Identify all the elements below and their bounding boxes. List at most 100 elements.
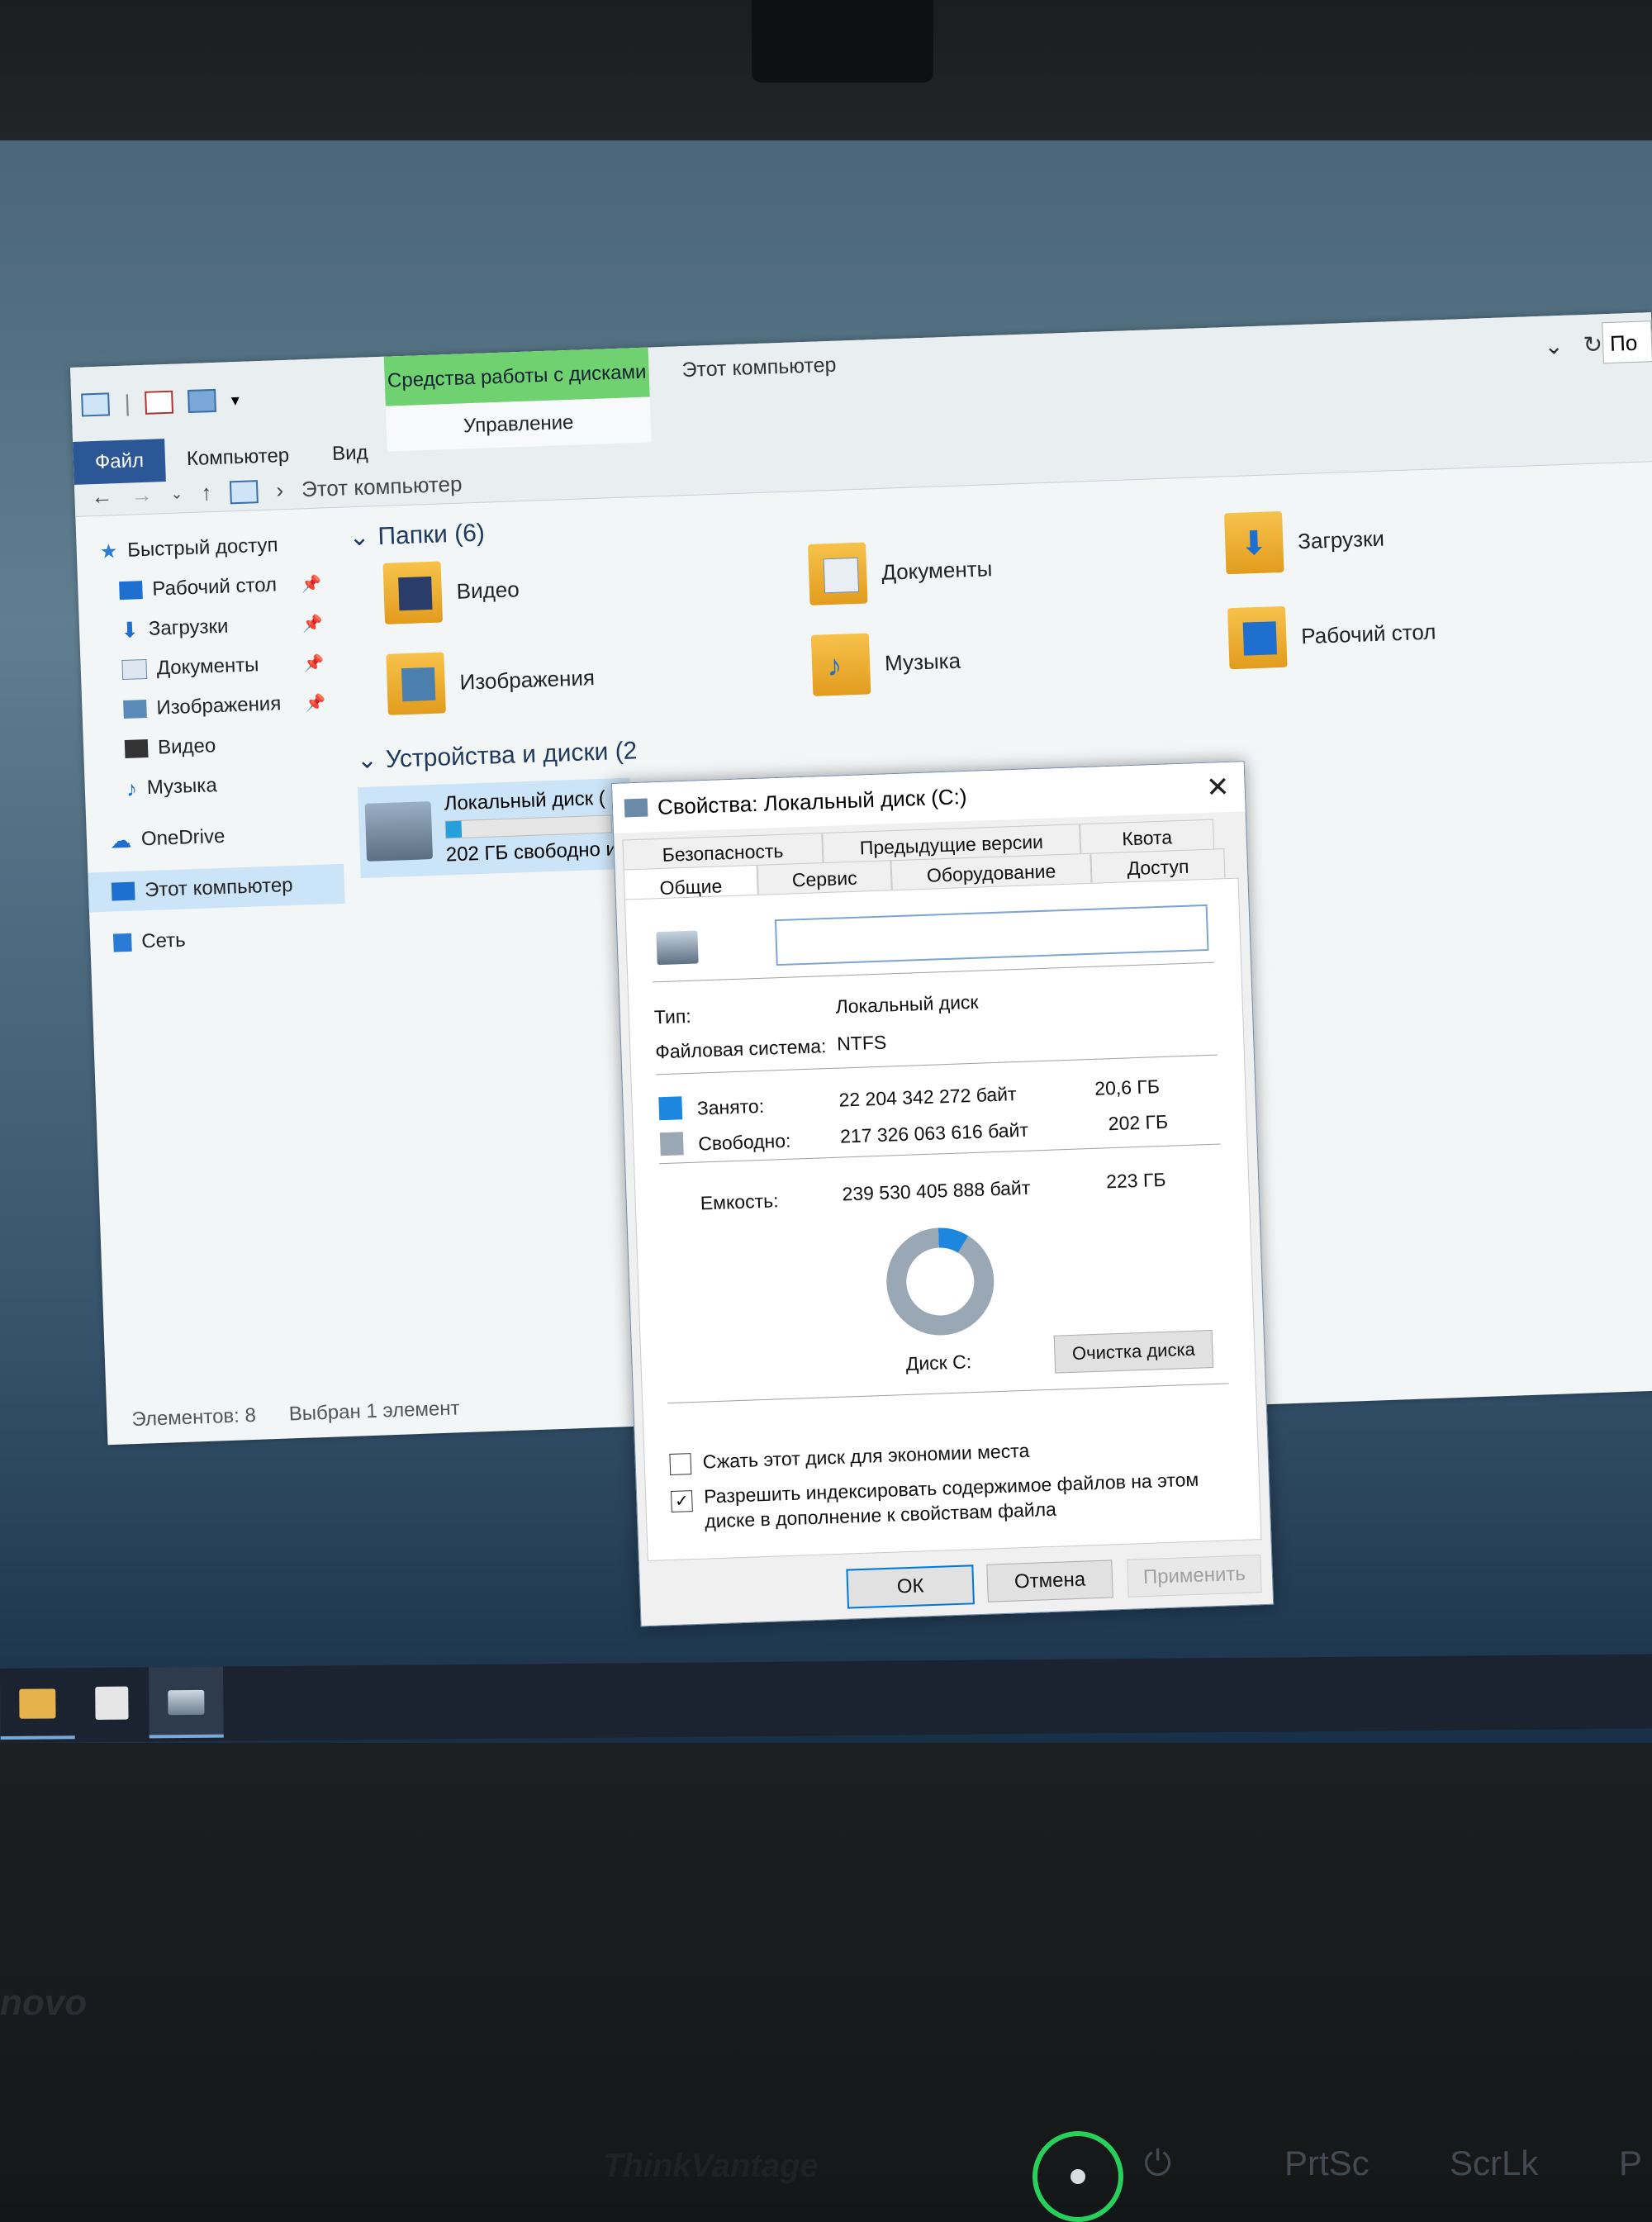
disk-cleanup-button[interactable]: Очистка диска — [1053, 1330, 1214, 1374]
drive-icon — [656, 930, 699, 966]
group-title: Папки (6) — [377, 519, 486, 550]
sidebar-item-label: Сеть — [140, 928, 187, 953]
devices-group-header[interactable]: ⌄ Устройства и диски (2 — [356, 736, 638, 775]
capacity-bytes: 239 530 405 888 байт — [842, 1176, 1031, 1205]
folder-icon — [808, 542, 868, 605]
drive-tools-contextual-tab[interactable]: Средства работы с дисками — [383, 347, 650, 406]
sidebar-item-label: Этот компьютер — [144, 873, 293, 902]
key-prtsc[interactable]: PrtSc — [1284, 2144, 1370, 2183]
new-folder-icon[interactable] — [188, 388, 217, 414]
power-indicator — [1070, 2169, 1085, 2184]
forward-arrow-icon[interactable]: → — [131, 482, 153, 509]
used-label: Занято: — [696, 1094, 765, 1119]
sidebar-item-label: Загрузки — [148, 615, 229, 640]
taskbar — [0, 1654, 1652, 1743]
sidebar-item-label: Документы — [156, 653, 259, 680]
chevron-down-icon: ⌄ — [348, 523, 371, 552]
taskbar-properties-button[interactable] — [148, 1666, 224, 1739]
computer-icon — [229, 479, 259, 504]
folder-icon: ⬇ — [1224, 510, 1284, 575]
pictures-icon — [123, 700, 147, 719]
sidebar-item-music[interactable]: ♪ Музыка — [84, 762, 341, 810]
chevron-down-icon: ⌄ — [356, 746, 378, 775]
folder-music[interactable]: ♪ Музыка — [810, 630, 961, 696]
drive-icon — [364, 801, 434, 862]
sidebar-item-label: OneDrive — [140, 824, 225, 851]
folder-pictures[interactable]: Изображения — [386, 647, 596, 715]
sidebar-item-network[interactable]: Сеть — [90, 915, 347, 964]
properties-dialog: Свойства: Локальный диск (C:) ✕ Безопасн… — [611, 761, 1275, 1627]
folders-group-header[interactable]: ⌄ Папки (6) — [349, 519, 486, 553]
pin-icon[interactable]: 📌 — [303, 653, 325, 674]
folder-desktop[interactable]: Рабочий стол — [1227, 601, 1437, 670]
drive-icon — [168, 1689, 205, 1716]
webcam — [752, 0, 933, 83]
compress-label: Сжать этот диск для экономии места — [702, 1439, 1030, 1473]
sidebar-item-label: Музыка — [146, 774, 218, 800]
pin-icon[interactable]: 📌 — [301, 573, 322, 595]
apply-button[interactable]: Применить — [1127, 1555, 1262, 1598]
window-title: Этот компьютер — [681, 353, 837, 382]
folder-videos[interactable]: Видео — [382, 558, 520, 624]
status-selection: Выбран 1 элемент — [288, 1397, 460, 1426]
search-box[interactable]: По — [1602, 320, 1652, 364]
folder-icon — [19, 1688, 56, 1719]
compress-checkbox[interactable] — [669, 1453, 692, 1476]
volume-label-input[interactable] — [774, 904, 1209, 966]
folder-icon — [386, 652, 446, 715]
status-item-count: Элементов: 8 — [131, 1403, 257, 1431]
sidebar-item-this-pc[interactable]: Этот компьютер — [88, 863, 345, 913]
free-color-swatch — [659, 1132, 684, 1156]
taskbar-explorer-button[interactable] — [0, 1668, 75, 1740]
sidebar-item-label: Быстрый доступ — [126, 534, 278, 562]
breadcrumb[interactable]: Этот компьютер — [301, 472, 463, 503]
active-indicator — [149, 1734, 224, 1739]
drive-name: Локальный диск ( — [444, 786, 606, 815]
close-icon[interactable]: ✕ — [1205, 771, 1230, 805]
filesystem-value: NTFS — [836, 1031, 887, 1055]
cancel-button[interactable]: Отмена — [986, 1560, 1113, 1602]
drive-usage-bar — [444, 814, 613, 839]
back-arrow-icon[interactable]: ← — [91, 483, 113, 510]
type-label: Тип: — [653, 1004, 692, 1028]
computer-icon — [111, 881, 135, 901]
sidebar-item-label: Рабочий стол — [151, 573, 278, 601]
network-icon — [112, 933, 132, 952]
filesystem-label: Файловая система: — [654, 1035, 827, 1063]
drive-c-item[interactable]: Локальный диск ( 202 ГБ свободно и — [357, 777, 634, 879]
up-arrow-icon[interactable]: ↑ — [201, 480, 212, 506]
folder-documents[interactable]: Документы — [808, 538, 993, 605]
index-checkbox[interactable]: ✓ — [670, 1490, 693, 1512]
pin-icon[interactable]: 📌 — [305, 692, 326, 714]
folder-icon: ♪ — [810, 633, 871, 696]
breadcrumb-chevron-icon: › — [275, 477, 284, 503]
address-controls: ⌄ ↻ — [1544, 330, 1603, 359]
folder-label: Изображения — [459, 664, 596, 695]
pin-icon[interactable]: 📌 — [302, 613, 324, 634]
chevron-down-icon[interactable]: ⌄ — [1544, 332, 1564, 360]
star-icon: ★ — [99, 539, 118, 563]
power-icon: ⏻ — [1144, 2144, 1172, 2182]
computer-icon[interactable] — [81, 392, 111, 417]
general-tab-panel: Тип: Локальный диск Файловая система: NT… — [624, 877, 1262, 1562]
folder-downloads[interactable]: ⬇ Загрузки — [1224, 508, 1385, 575]
documents-icon — [121, 658, 148, 681]
folder-label: Видео — [456, 576, 520, 604]
taskbar-store-button[interactable] — [74, 1667, 150, 1739]
key-scrlk[interactable]: ScrLk — [1450, 2144, 1538, 2183]
qat-dropdown-icon[interactable]: ▾ — [230, 389, 240, 410]
key-pause[interactable]: P — [1619, 2144, 1642, 2183]
manage-tab[interactable]: Управление — [385, 396, 652, 452]
ok-button[interactable]: ОК — [846, 1564, 975, 1609]
disk-label: Диск C: — [905, 1351, 972, 1375]
status-bar: Элементов: 8 Выбран 1 элемент — [131, 1397, 460, 1431]
sidebar-item-onedrive[interactable]: ☁ OneDrive — [86, 813, 343, 862]
refresh-icon[interactable]: ↻ — [1583, 330, 1603, 358]
capacity-label: Емкость: — [700, 1189, 779, 1214]
drive-free-text: 202 ГБ свободно и — [445, 838, 618, 866]
recent-dropdown-icon[interactable]: ⌄ — [170, 485, 183, 503]
free-bytes: 217 326 063 616 байт — [839, 1118, 1029, 1147]
divider — [653, 961, 1215, 983]
free-gb: 202 ГБ — [1108, 1110, 1169, 1135]
properties-icon[interactable] — [145, 390, 174, 415]
